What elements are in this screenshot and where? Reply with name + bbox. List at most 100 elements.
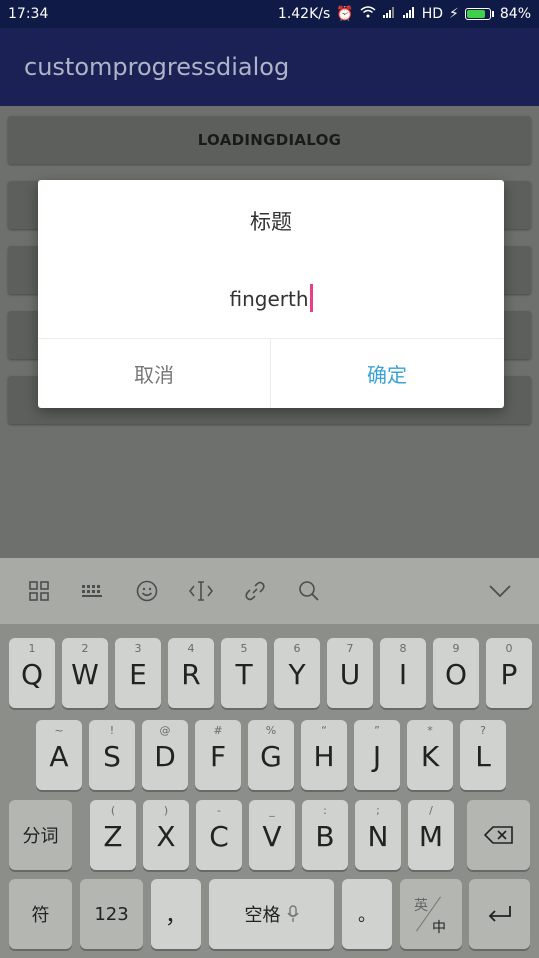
key-hint: _ — [269, 804, 275, 817]
key-label: S — [103, 740, 121, 773]
key-l[interactable]: ? L — [460, 720, 506, 790]
symbol-key[interactable]: 符 — [9, 879, 72, 949]
key-j[interactable]: ” J — [354, 720, 400, 790]
key-label: N — [367, 820, 389, 853]
key-label: T — [235, 658, 253, 691]
key-a[interactable]: ~ A — [36, 720, 82, 790]
status-time: 17:34 — [8, 6, 49, 22]
key-hint: * — [427, 724, 433, 737]
key-g[interactable]: % G — [248, 720, 294, 790]
space-key[interactable]: 空格 — [209, 879, 334, 949]
hd-label: HD — [421, 6, 444, 22]
emoji-icon[interactable] — [120, 571, 174, 611]
lang-bottom-label: 中 — [432, 920, 446, 936]
key-x[interactable]: ) X — [143, 800, 189, 870]
key-label: U — [339, 658, 361, 691]
grid-icon[interactable] — [12, 571, 66, 611]
key-hint: 8 — [399, 642, 407, 655]
key-h[interactable]: “H — [301, 720, 347, 790]
key-k[interactable]: * K — [407, 720, 453, 790]
lang-top-label: 英 — [414, 898, 428, 914]
dialog-input-value: fingerth — [229, 287, 309, 311]
battery-text: 84% — [499, 6, 531, 22]
key-label: C — [209, 820, 229, 853]
key-hint: 0 — [505, 642, 513, 655]
key-label: R — [181, 658, 201, 691]
keyboard-icon[interactable] — [66, 571, 120, 611]
key-z[interactable]: (Z — [90, 800, 136, 870]
key-t[interactable]: 5T — [221, 638, 267, 708]
cursor-icon[interactable] — [174, 571, 228, 611]
language-switch-key[interactable]: 英 中 — [400, 879, 462, 949]
key-p[interactable]: 0P — [486, 638, 532, 708]
confirm-button[interactable]: 确定 — [271, 339, 503, 408]
key-q[interactable]: 1Q — [9, 638, 55, 708]
net-speed: 1.42K/s — [277, 6, 331, 22]
key-hint: 5 — [240, 642, 248, 655]
key-o[interactable]: 9O — [433, 638, 479, 708]
enter-icon — [469, 879, 530, 949]
key-label: D — [154, 740, 176, 773]
space-content: 空格 — [209, 879, 334, 949]
symbol-label: 符 — [31, 905, 50, 926]
key-label: A — [49, 740, 69, 773]
key-f[interactable]: # F — [195, 720, 241, 790]
enter-key[interactable] — [469, 879, 530, 949]
key-label: F — [209, 740, 227, 773]
key-hint: # — [213, 724, 223, 737]
key-i[interactable]: 8I — [380, 638, 426, 708]
key-d[interactable]: @ D — [142, 720, 188, 790]
fenci-key[interactable]: 分词 — [9, 800, 72, 870]
period-key[interactable]: 。 — [342, 879, 392, 949]
loading-dialog-button[interactable]: LOADINGDIALOG — [8, 116, 531, 164]
key-hint: : — [323, 804, 327, 817]
key-b[interactable]: :B — [302, 800, 348, 870]
dialog-input-field[interactable]: fingerth — [38, 284, 504, 312]
link-icon[interactable] — [228, 571, 282, 611]
key-hint: 9 — [452, 642, 460, 655]
number-key[interactable]: 123 — [80, 879, 143, 949]
key-label: P — [500, 658, 518, 691]
cancel-button[interactable]: 取消 — [38, 339, 270, 408]
soft-keyboard: 1Q2W3E4R5T6Y7U8I9O0P ~ A! S @ D # F% G “H” J * K? L … — [0, 624, 539, 958]
key-v[interactable]: _ V — [249, 800, 295, 870]
key-hint: 2 — [81, 642, 89, 655]
comma-key[interactable]: ， — [151, 879, 201, 949]
key-c[interactable]: -C — [196, 800, 242, 870]
key-label: L — [475, 740, 491, 773]
chevron-down-icon[interactable] — [473, 571, 527, 611]
key-label: M — [418, 820, 444, 853]
key-hint: ? — [480, 724, 486, 737]
key-label: K — [420, 740, 440, 773]
key-m[interactable]: / M — [408, 800, 454, 870]
key-label: I — [398, 658, 408, 691]
key-label: G — [260, 740, 282, 773]
status-bar: 17:34 1.42K/s ⏰ HD ⚡ 84% — [0, 0, 539, 28]
battery-icon — [464, 8, 494, 20]
key-hint: ! — [109, 724, 115, 737]
key-s[interactable]: ! S — [89, 720, 135, 790]
key-hint: 6 — [293, 642, 301, 655]
fenci-label: 分词 — [22, 826, 59, 847]
search-icon[interactable] — [282, 571, 336, 611]
key-r[interactable]: 4R — [168, 638, 214, 708]
number-label: 123 — [94, 903, 129, 925]
key-label: X — [156, 820, 176, 853]
backspace-key[interactable] — [467, 800, 530, 870]
dialog-title: 标题 — [250, 210, 292, 234]
text-caret — [309, 284, 313, 312]
key-hint: - — [217, 804, 221, 817]
key-y[interactable]: 6Y — [274, 638, 320, 708]
period-label: 。 — [358, 905, 376, 926]
backspace-icon — [467, 800, 530, 870]
signal-icon — [402, 6, 416, 22]
key-u[interactable]: 7U — [327, 638, 373, 708]
key-w[interactable]: 2W — [62, 638, 108, 708]
key-hint: ; — [376, 804, 380, 817]
key-n[interactable]: ; N — [355, 800, 401, 870]
app-bar: customprogressdialog — [0, 28, 539, 106]
mic-icon — [286, 905, 299, 923]
status-icons: 1.42K/s ⏰ HD ⚡ 84% — [278, 6, 531, 22]
key-e[interactable]: 3E — [115, 638, 161, 708]
key-label: Y — [288, 658, 306, 691]
